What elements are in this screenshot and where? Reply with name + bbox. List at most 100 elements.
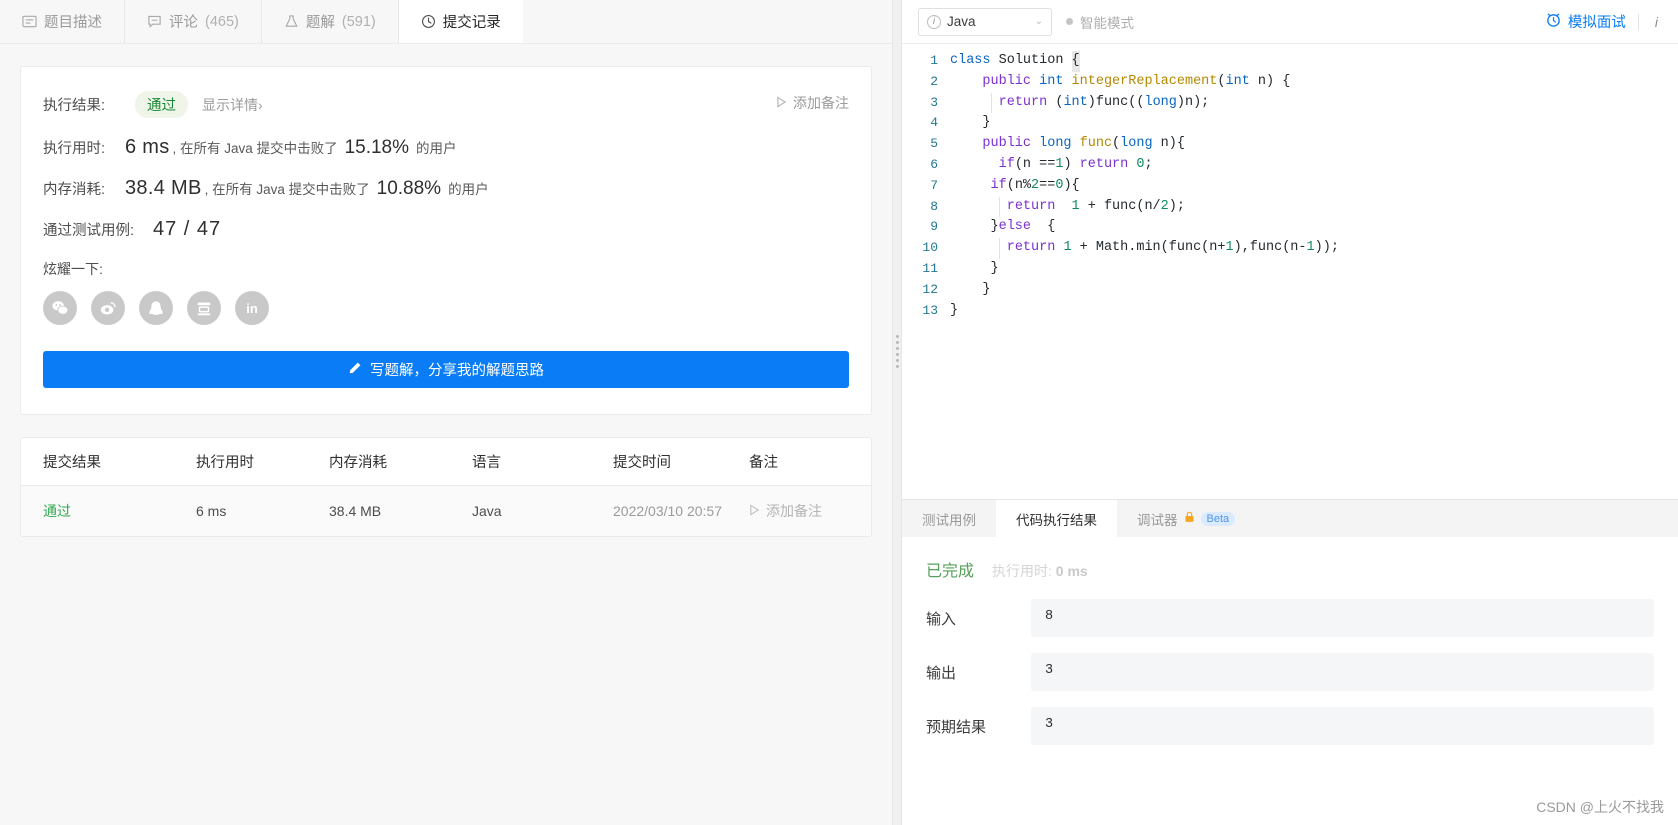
- code-line: 12 }: [902, 280, 1678, 301]
- tab-comments[interactable]: 评论 (465): [125, 0, 262, 43]
- tab-label: 测试用例: [922, 512, 976, 528]
- comment-icon: [147, 14, 162, 29]
- tab-label: 调试器: [1137, 512, 1178, 528]
- tab-testcase[interactable]: 测试用例: [902, 500, 996, 537]
- pane-resize-handle[interactable]: [892, 0, 902, 825]
- tab-exec-result[interactable]: 代码执行结果: [996, 500, 1117, 537]
- share-section: 炫耀一下: in: [43, 259, 849, 325]
- line-number: 12: [922, 281, 938, 297]
- expected-row: 预期结果 3: [926, 707, 1654, 745]
- alarm-clock-icon: [1545, 11, 1562, 32]
- testcase-label: 通过测试用例:: [43, 223, 135, 239]
- col-header-result: 提交结果: [43, 455, 101, 471]
- code-text: public int integerReplacement(int n) {: [982, 73, 1291, 89]
- problem-tabbar: 题目描述 评论 (465) 题解 (591) 提交记录: [0, 0, 892, 44]
- tab-solutions[interactable]: 题解 (591): [262, 0, 399, 43]
- smart-mode-label: 智能模式: [1080, 15, 1134, 31]
- code-line: 4 }: [902, 113, 1678, 134]
- expected-label: 预期结果: [926, 718, 987, 736]
- code-text: class Solution {: [950, 51, 1080, 72]
- cell-add-note[interactable]: 添加备注: [749, 501, 871, 521]
- tab-label: 代码执行结果: [1016, 512, 1097, 528]
- toolbar-divider: [1637, 13, 1639, 30]
- status-dot-icon: [1066, 18, 1073, 25]
- submission-detail-scroll: 添加备注 执行结果: 通过 显示详情› 执行用时: 6 ms , 在所有 Jav…: [0, 44, 892, 825]
- resize-grip-icon: [896, 335, 899, 368]
- code-editor[interactable]: 1 class Solution {2 public int integerRep…: [902, 44, 1678, 499]
- show-detail-link[interactable]: 显示详情›: [202, 95, 263, 115]
- show-detail-text: 显示详情: [202, 97, 258, 113]
- exec-status: 已完成: [926, 563, 975, 580]
- tab-label: 评论: [169, 15, 198, 31]
- line-number: 13: [922, 302, 938, 318]
- add-note-button[interactable]: 添加备注: [776, 93, 849, 113]
- language-select[interactable]: i Java ⌄: [918, 7, 1052, 36]
- italic-i-icon[interactable]: i: [1651, 14, 1662, 30]
- chevron-right-icon: ›: [258, 97, 263, 113]
- right-pane: i Java ⌄ 智能模式 模拟面试 i 1 class Solution {…: [902, 0, 1678, 825]
- description-icon: [22, 14, 37, 29]
- code-text: }: [950, 260, 999, 276]
- console-body: 已完成 执行用时: 0 ms 输入 8 输出 3 预期结果 3: [902, 537, 1678, 825]
- line-number: 11: [922, 260, 938, 276]
- douban-icon[interactable]: [187, 291, 221, 325]
- share-label: 炫耀一下:: [43, 261, 103, 277]
- line-number: 7: [930, 177, 938, 193]
- weibo-icon[interactable]: [91, 291, 125, 325]
- code-text: }else {: [950, 219, 1056, 235]
- write-solution-button[interactable]: 写题解，分享我的解题思路: [43, 351, 849, 388]
- editor-toolbar: i Java ⌄ 智能模式 模拟面试 i: [902, 0, 1678, 44]
- toolbar-right-group: 模拟面试 i: [1545, 11, 1662, 32]
- output-value: 3: [1031, 653, 1654, 691]
- code-line: 1 class Solution {: [902, 51, 1678, 72]
- mock-interview-button[interactable]: 模拟面试: [1545, 11, 1626, 32]
- watermark: CSDN @上火不找我: [1536, 799, 1664, 815]
- cell-runtime: 6 ms: [196, 503, 227, 519]
- play-outline-icon: [749, 503, 760, 519]
- line-number: 3: [930, 94, 938, 110]
- play-outline-icon: [776, 95, 787, 111]
- testcase-value: 47 / 47: [153, 218, 222, 240]
- exec-runtime-label: 执行用时:: [992, 563, 1052, 579]
- input-row: 输入 8: [926, 599, 1654, 637]
- chevron-down-icon: ⌄: [1034, 16, 1043, 27]
- smart-mode-toggle[interactable]: 智能模式: [1066, 12, 1134, 32]
- tab-label: 提交记录: [442, 15, 501, 31]
- linkedin-icon[interactable]: in: [235, 291, 269, 325]
- output-row: 输出 3: [926, 653, 1654, 691]
- tab-submissions[interactable]: 提交记录: [398, 0, 523, 43]
- line-number: 8: [930, 198, 938, 214]
- code-text: }: [950, 302, 959, 318]
- qq-icon[interactable]: [139, 291, 173, 325]
- tab-debugger[interactable]: 调试器 Beta: [1117, 500, 1256, 537]
- line-number: 2: [930, 73, 938, 89]
- cell-result[interactable]: 通过: [21, 501, 196, 521]
- beta-badge: Beta: [1200, 511, 1236, 526]
- exec-result-row: 执行结果: 通过 显示详情›: [43, 91, 849, 118]
- exec-result-label: 执行结果:: [43, 98, 106, 114]
- exec-runtime-value: 0 ms: [1055, 563, 1088, 579]
- memory-value: 38.4 MB: [125, 177, 202, 199]
- code-line: 7 if(n%2==0){: [902, 176, 1678, 197]
- code-line: 6 if(n ==1) return 0;: [902, 155, 1678, 176]
- wechat-icon[interactable]: [43, 291, 77, 325]
- code-line: 3 return (int)func((long)n);: [902, 92, 1678, 114]
- col-header-memory: 内存消耗: [329, 455, 387, 471]
- memory-suffix: 的用户: [448, 182, 489, 197]
- tab-label: 题解: [305, 15, 335, 31]
- output-label: 输出: [926, 664, 957, 682]
- pencil-icon: [348, 361, 362, 379]
- tab-problem-description[interactable]: 题目描述: [0, 0, 125, 43]
- exec-runtime: 执行用时: 0 ms: [992, 561, 1088, 581]
- testcase-row: 通过测试用例: 47 / 47: [43, 218, 849, 241]
- line-number: 4: [930, 115, 938, 131]
- flask-icon: [284, 14, 299, 29]
- status-badge: 通过: [135, 91, 188, 118]
- code-line: 5 public long func(long n){: [902, 134, 1678, 155]
- input-value[interactable]: 8: [1031, 599, 1654, 637]
- table-row[interactable]: 通过 6 ms 38.4 MB Java 2022/03/10 20:57 添加…: [21, 486, 871, 536]
- code-text: }: [950, 281, 991, 297]
- expected-value: 3: [1031, 707, 1654, 745]
- runtime-suffix: 的用户: [416, 141, 457, 156]
- line-number: 6: [930, 156, 938, 172]
